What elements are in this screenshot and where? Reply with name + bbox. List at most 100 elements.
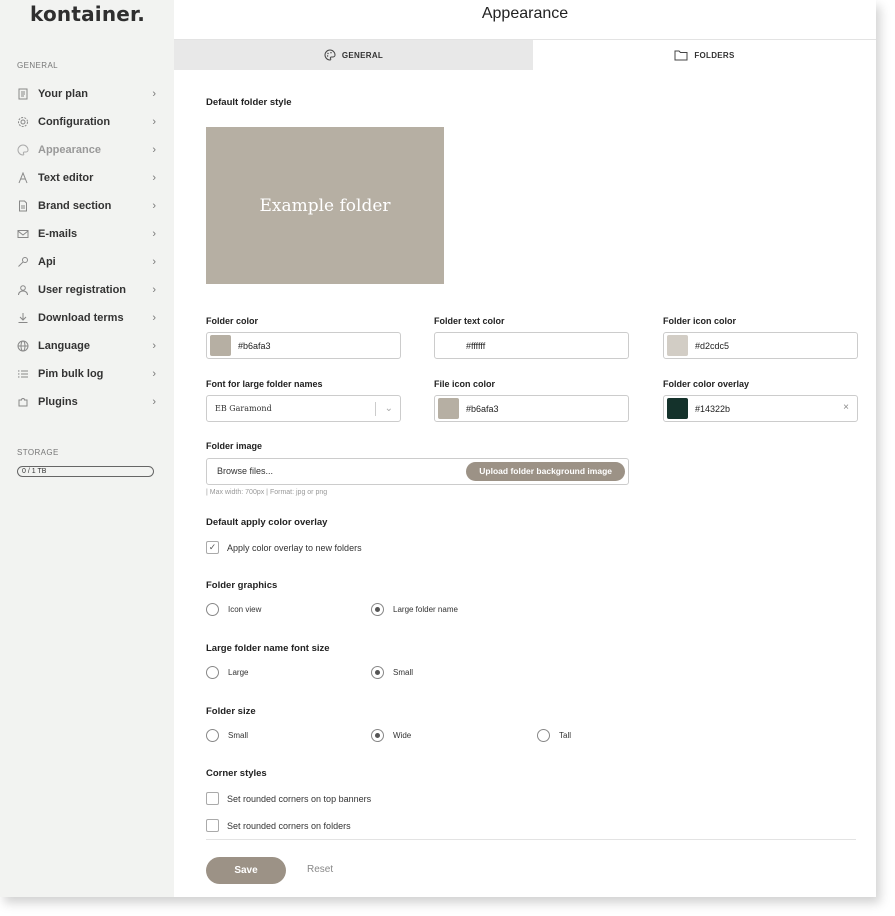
tab-folders[interactable]: FOLDERS xyxy=(533,40,876,70)
checkbox-unchecked[interactable] xyxy=(206,819,219,832)
sidebar-item-label: Your plan xyxy=(38,88,88,100)
overlay-label: Folder color overlay xyxy=(663,379,750,389)
close-icon[interactable]: × xyxy=(843,402,849,413)
upload-folder-image-button[interactable]: Upload folder background image xyxy=(466,462,625,481)
radio-label: Wide xyxy=(393,731,412,740)
app-window: kontainer. GENERAL Your plan › Configura… xyxy=(0,0,876,897)
chevron-right-icon: › xyxy=(152,284,156,296)
overlay-color-value: #14322b xyxy=(695,403,731,414)
folder-preview-text: Example folder xyxy=(259,195,391,216)
default-folder-style-heading: Default folder style xyxy=(206,97,292,108)
general-section-label: GENERAL xyxy=(17,61,59,70)
radio-size-tall[interactable]: Tall xyxy=(537,729,571,742)
gear-icon xyxy=(17,116,29,128)
checkbox-unchecked[interactable] xyxy=(206,792,219,805)
font-large-value: EB Garamond xyxy=(215,404,272,413)
user-icon xyxy=(17,284,29,296)
radio-large-folder-name[interactable]: Large folder name xyxy=(371,603,458,616)
radio-label: Large folder name xyxy=(393,605,458,614)
select-separator xyxy=(375,402,376,416)
folder-color-label: Folder color xyxy=(206,316,259,326)
radio-circle-selected[interactable] xyxy=(371,666,384,679)
folder-text-color-field[interactable]: #ffffff xyxy=(434,332,629,359)
file-icon-color-swatch[interactable] xyxy=(438,398,459,419)
folder-image-input[interactable]: Browse files... Upload folder background… xyxy=(206,458,629,485)
sidebar-item-download-terms[interactable]: Download terms › xyxy=(0,304,174,332)
tab-general[interactable]: GENERAL xyxy=(174,40,533,70)
overlay-color-swatch[interactable] xyxy=(667,398,688,419)
chevron-right-icon: › xyxy=(152,200,156,212)
folder-color-value: #b6afa3 xyxy=(238,340,271,351)
save-button[interactable]: Save xyxy=(206,857,286,884)
apply-overlay-heading: Default apply color overlay xyxy=(206,517,328,528)
radio-icon-view[interactable]: Icon view xyxy=(206,603,261,616)
font-large-label: Font for large folder names xyxy=(206,379,323,389)
radio-label: Large xyxy=(228,668,249,677)
sidebar-item-user-registration[interactable]: User registration › xyxy=(0,276,174,304)
radio-circle-selected[interactable] xyxy=(371,603,384,616)
apply-overlay-checkbox[interactable]: ✓ Apply color overlay to new folders xyxy=(206,541,362,554)
folder-icon-color-swatch[interactable] xyxy=(667,335,688,356)
sidebar-item-language[interactable]: Language › xyxy=(0,332,174,360)
sidebar-item-label: Api xyxy=(38,256,56,268)
chevron-right-icon: › xyxy=(152,256,156,268)
radio-circle[interactable] xyxy=(537,729,550,742)
overlay-color-field[interactable]: #14322b × xyxy=(663,395,858,422)
folder-image-hint: | Max width: 700px | Format: jpg or png xyxy=(206,489,328,496)
sidebar-item-configuration[interactable]: Configuration › xyxy=(0,108,174,136)
radio-circle[interactable] xyxy=(206,729,219,742)
sidebar-item-label: Text editor xyxy=(38,172,94,184)
download-icon xyxy=(17,312,29,324)
sidebar-item-plugins[interactable]: Plugins › xyxy=(0,388,174,416)
list-icon xyxy=(17,368,29,380)
folder-color-swatch[interactable] xyxy=(210,335,231,356)
chevron-right-icon: › xyxy=(152,228,156,240)
sidebar-item-label: Language xyxy=(38,340,90,352)
file-icon-color-field[interactable]: #b6afa3 xyxy=(434,395,629,422)
radio-label: Small xyxy=(393,668,414,677)
radio-circle-selected[interactable] xyxy=(371,729,384,742)
sidebar-item-e-mails[interactable]: E-mails › xyxy=(0,220,174,248)
sidebar-item-pim-bulk-log[interactable]: Pim bulk log › xyxy=(0,360,174,388)
sidebar-item-your-plan[interactable]: Your plan › xyxy=(0,80,174,108)
folder-graphics-heading: Folder graphics xyxy=(206,580,278,591)
radio-size-small[interactable]: Small xyxy=(206,729,248,742)
sidebar-item-brand-section[interactable]: Brand section › xyxy=(0,192,174,220)
sidebar-item-appearance[interactable]: Appearance › xyxy=(0,136,174,164)
radio-label: Icon view xyxy=(228,605,262,614)
text-icon xyxy=(17,172,29,184)
font-size-heading: Large folder name font size xyxy=(206,643,330,654)
file-icon-color-label: File icon color xyxy=(434,379,496,389)
radio-font-large[interactable]: Large xyxy=(206,666,248,679)
corner-banners-checkbox[interactable]: Set rounded corners on top banners xyxy=(206,792,371,805)
browse-files-text: Browse files... xyxy=(217,466,274,476)
palette-icon xyxy=(324,49,336,61)
sidebar-item-label: Brand section xyxy=(38,200,112,212)
chevron-down-icon: ⌄ xyxy=(384,403,393,414)
radio-size-wide[interactable]: Wide xyxy=(371,729,411,742)
corner-banners-text: Set rounded corners on top banners xyxy=(227,793,372,804)
folder-text-color-swatch[interactable] xyxy=(438,335,459,356)
corner-folders-checkbox[interactable]: Set rounded corners on folders xyxy=(206,819,351,832)
apply-overlay-text: Apply color overlay to new folders xyxy=(227,542,362,553)
radio-font-small[interactable]: Small xyxy=(371,666,413,679)
chevron-right-icon: › xyxy=(152,144,156,156)
file-icon-color-value: #b6afa3 xyxy=(466,403,499,414)
tab-general-label: GENERAL xyxy=(341,50,384,60)
palette-icon xyxy=(17,144,29,156)
key-icon xyxy=(17,256,29,268)
checkbox-checked[interactable]: ✓ xyxy=(206,541,219,554)
reset-button[interactable]: Reset xyxy=(307,864,333,875)
sidebar-item-label: E-mails xyxy=(38,228,78,240)
sidebar-item-label: Pim bulk log xyxy=(38,368,104,380)
sidebar-item-text-editor[interactable]: Text editor › xyxy=(0,164,174,192)
radio-circle[interactable] xyxy=(206,666,219,679)
font-large-select[interactable]: EB Garamond ⌄ xyxy=(206,395,401,422)
folder-color-field[interactable]: #b6afa3 xyxy=(206,332,401,359)
folder-icon-color-field[interactable]: #d2cdc5 xyxy=(663,332,858,359)
radio-circle[interactable] xyxy=(206,603,219,616)
sidebar-item-label: Plugins xyxy=(38,396,78,408)
folder-text-color-value: #ffffff xyxy=(466,340,486,351)
sidebar-item-api[interactable]: Api › xyxy=(0,248,174,276)
footer-divider xyxy=(206,839,856,840)
